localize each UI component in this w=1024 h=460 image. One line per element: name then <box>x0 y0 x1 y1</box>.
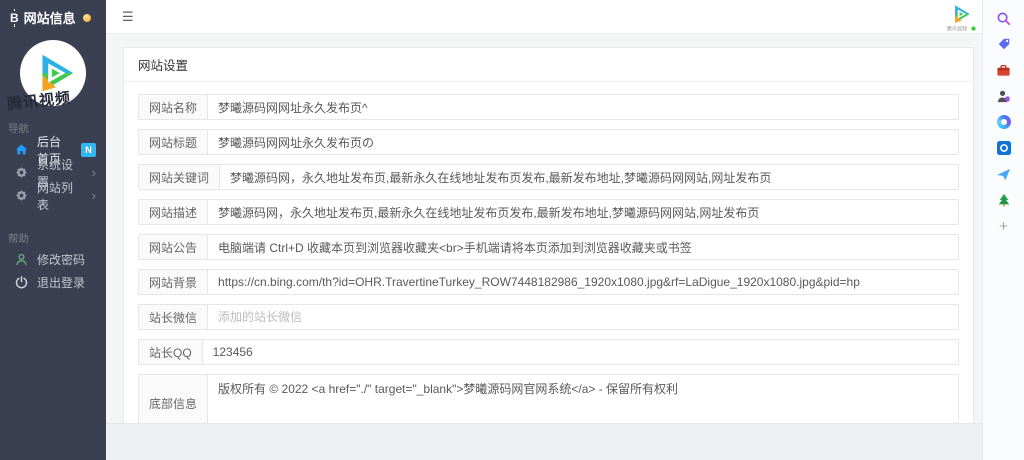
search-icon[interactable] <box>995 9 1013 27</box>
tag-icon[interactable] <box>995 35 1013 53</box>
content-area: 网站设置 网站名称 网站标题 网站关键词 网站 <box>106 34 982 460</box>
header-logo: 腾讯视频 <box>945 3 976 33</box>
form-row: 站长QQ <box>138 339 959 365</box>
form-row: 网站公告 <box>138 234 959 260</box>
field-label: 站长微信 <box>138 304 208 330</box>
add-icon[interactable]: + <box>995 217 1013 235</box>
webmaster-wechat-input[interactable] <box>208 304 959 330</box>
gear-icon <box>15 189 28 202</box>
status-dot-icon <box>971 26 975 30</box>
form-row: 网站标题 <box>138 129 959 155</box>
logout-icon <box>15 276 28 289</box>
site-title-input[interactable] <box>208 129 959 155</box>
plus-glyph: + <box>999 219 1008 234</box>
brand-title: 网站信息 <box>24 8 76 27</box>
new-badge: N <box>81 143 96 157</box>
browser-side-toolbar: + <box>982 0 1024 460</box>
form-row: 网站名称 <box>138 94 959 120</box>
sidebar-item-site-list[interactable]: 网站列表 › <box>0 184 106 207</box>
form-row: 网站背景 <box>138 269 959 295</box>
contacts-icon[interactable] <box>995 87 1013 105</box>
site-logo: 腾讯视频 <box>20 40 86 106</box>
brand: B 网站信息 <box>0 0 106 27</box>
user-icon <box>15 253 28 266</box>
site-name-input[interactable] <box>208 94 959 120</box>
tencent-video-logo-icon <box>949 3 971 25</box>
help-section-label: 帮助 <box>0 207 106 248</box>
site-keywords-input[interactable] <box>220 164 959 190</box>
menu-toggle-icon[interactable]: ☰ <box>122 10 134 23</box>
main-area: ☰ 腾讯视频 网站设置 网站名 <box>106 0 982 460</box>
field-label: 网站标题 <box>138 129 208 155</box>
field-label: 网站公告 <box>138 234 208 260</box>
chevron-right-icon: › <box>92 166 96 179</box>
chevron-right-icon: › <box>92 189 96 202</box>
outlook-icon[interactable] <box>995 139 1013 157</box>
form-row: 网站描述 <box>138 199 959 225</box>
webmaster-qq-input[interactable] <box>203 339 959 365</box>
header-logo-caption: 腾讯视频 <box>947 25 967 33</box>
panel-title: 网站设置 <box>124 48 973 82</box>
gear-icon <box>15 166 28 179</box>
tree-icon[interactable] <box>995 191 1013 209</box>
sidebar-item-change-password[interactable]: 修改密码 <box>0 248 106 271</box>
bitcoin-icon: B <box>10 11 19 25</box>
field-label: 网站描述 <box>138 199 208 225</box>
send-plane-icon[interactable] <box>995 165 1013 183</box>
browser-logo-icon[interactable] <box>995 113 1013 131</box>
site-background-input[interactable] <box>208 269 959 295</box>
home-icon <box>15 143 28 156</box>
site-description-input[interactable] <box>208 199 959 225</box>
sidebar-item-label: 网站列表 <box>37 179 83 213</box>
sidebar-item-label: 退出登录 <box>37 274 85 291</box>
coin-icon <box>83 14 91 22</box>
toolbox-icon[interactable] <box>995 61 1013 79</box>
panel-body: 网站名称 网站标题 网站关键词 网站描述 <box>124 82 973 460</box>
sidebar-item-logout[interactable]: 退出登录 <box>0 271 106 294</box>
site-settings-panel: 网站设置 网站名称 网站标题 网站关键词 网站 <box>123 47 974 460</box>
admin-page: B 网站信息 腾讯视频 导航 后台首页 N <box>0 0 1024 460</box>
site-announcement-input[interactable] <box>208 234 959 260</box>
form-row: 站长微信 <box>138 304 959 330</box>
sidebar-item-label: 修改密码 <box>37 251 85 268</box>
page-footer-band <box>106 423 982 460</box>
field-label: 网站关键词 <box>138 164 220 190</box>
sidebar: B 网站信息 腾讯视频 导航 后台首页 N <box>0 0 106 460</box>
top-bar: ☰ 腾讯视频 <box>106 0 982 34</box>
field-label: 站长QQ <box>138 339 203 365</box>
form-row: 网站关键词 <box>138 164 959 190</box>
field-label: 网站背景 <box>138 269 208 295</box>
field-label: 网站名称 <box>138 94 208 120</box>
